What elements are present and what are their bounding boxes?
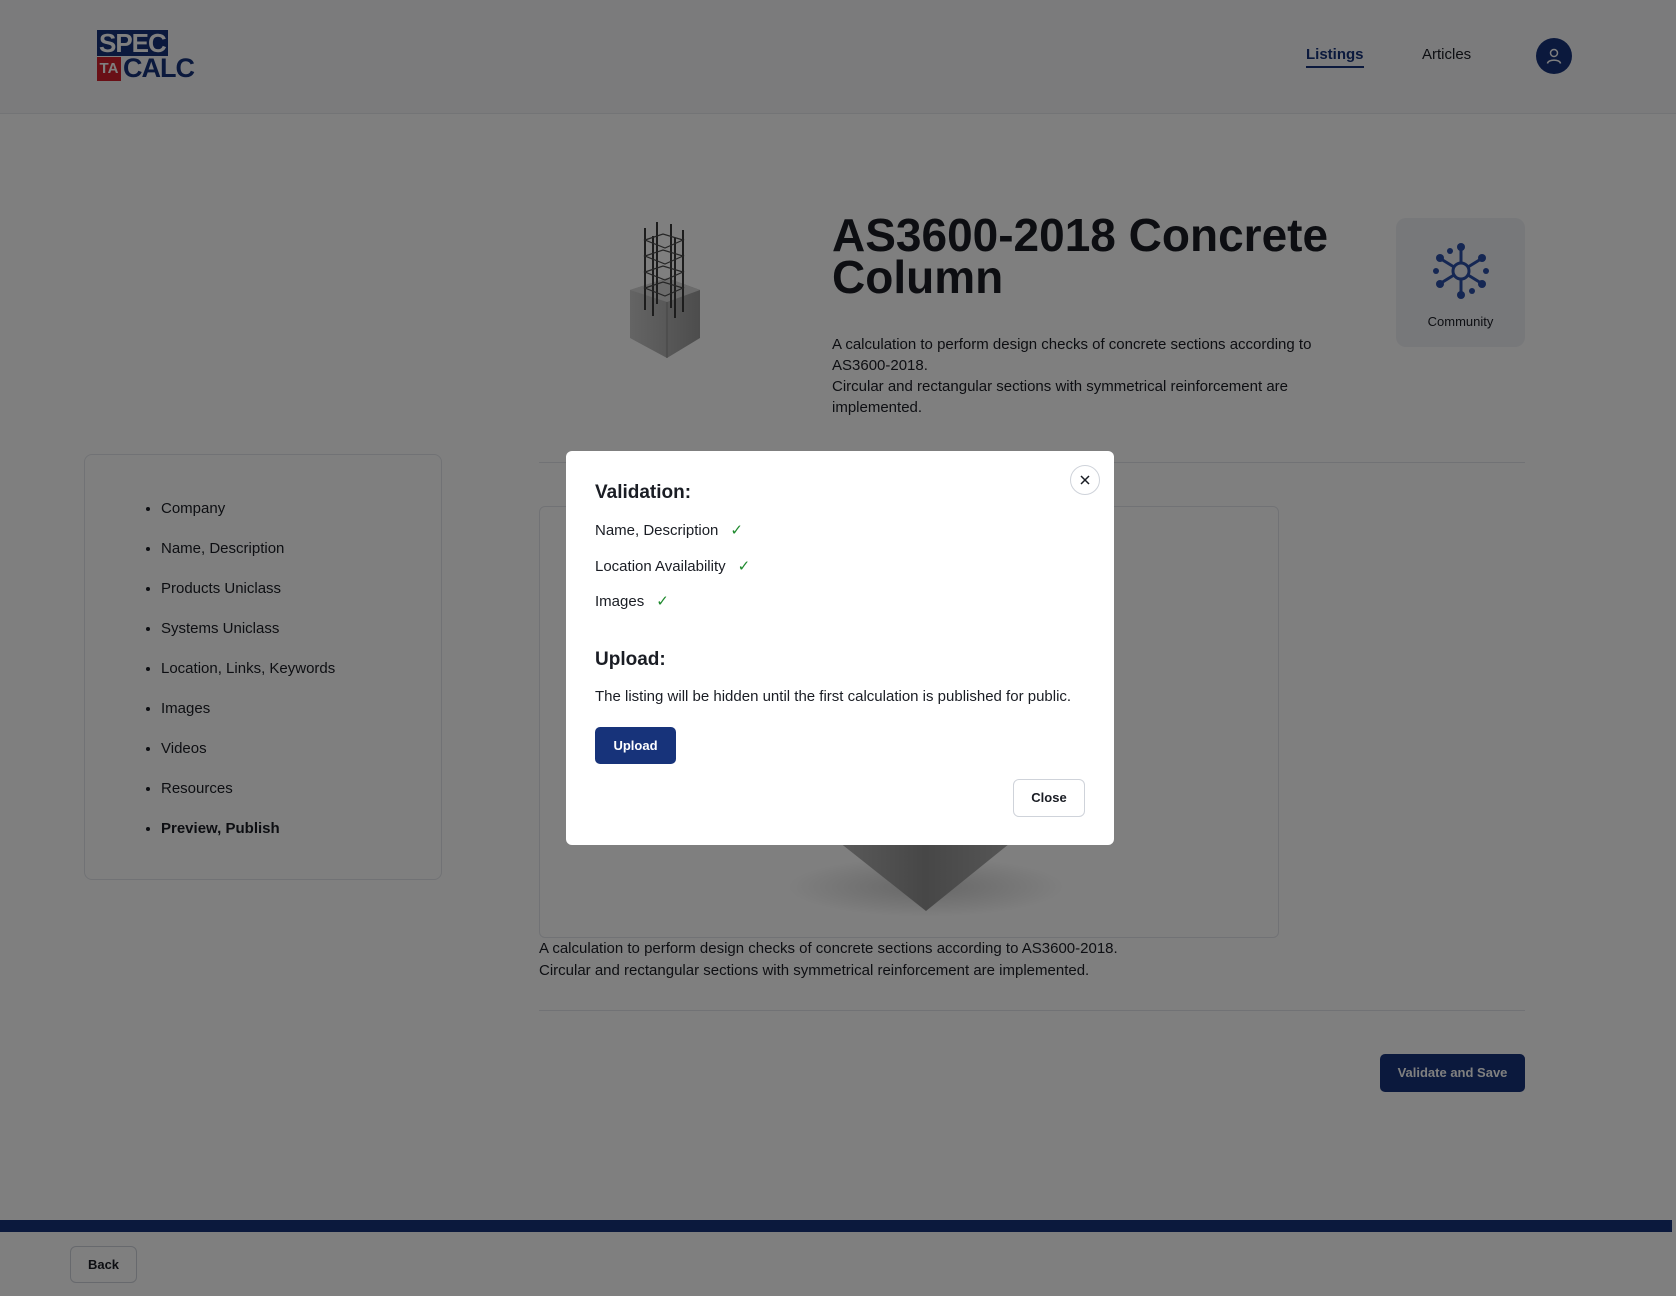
checkmark-icon: ✓ (737, 558, 751, 575)
check-label: Location Availability (595, 557, 726, 575)
check-row-location-availability: Location Availability ✓ (595, 557, 751, 576)
check-label: Name, Description (595, 521, 719, 539)
upload-heading: Upload: (595, 649, 666, 670)
upload-note: The listing will be hidden until the fir… (595, 688, 1072, 705)
close-icon (1080, 475, 1090, 485)
check-row-name-description: Name, Description ✓ (595, 521, 743, 540)
publish-modal: Validation: Name, Description ✓ Location… (566, 451, 1114, 845)
modal-close-button[interactable]: Close (1013, 779, 1085, 817)
checkmark-icon: ✓ (656, 593, 669, 610)
check-row-images: Images ✓ (595, 592, 669, 611)
checkmark-icon: ✓ (730, 522, 743, 539)
upload-button[interactable]: Upload (595, 727, 676, 764)
validation-heading: Validation: (595, 482, 692, 503)
check-label: Images (595, 592, 645, 610)
modal-close-x-button[interactable] (1070, 465, 1100, 495)
